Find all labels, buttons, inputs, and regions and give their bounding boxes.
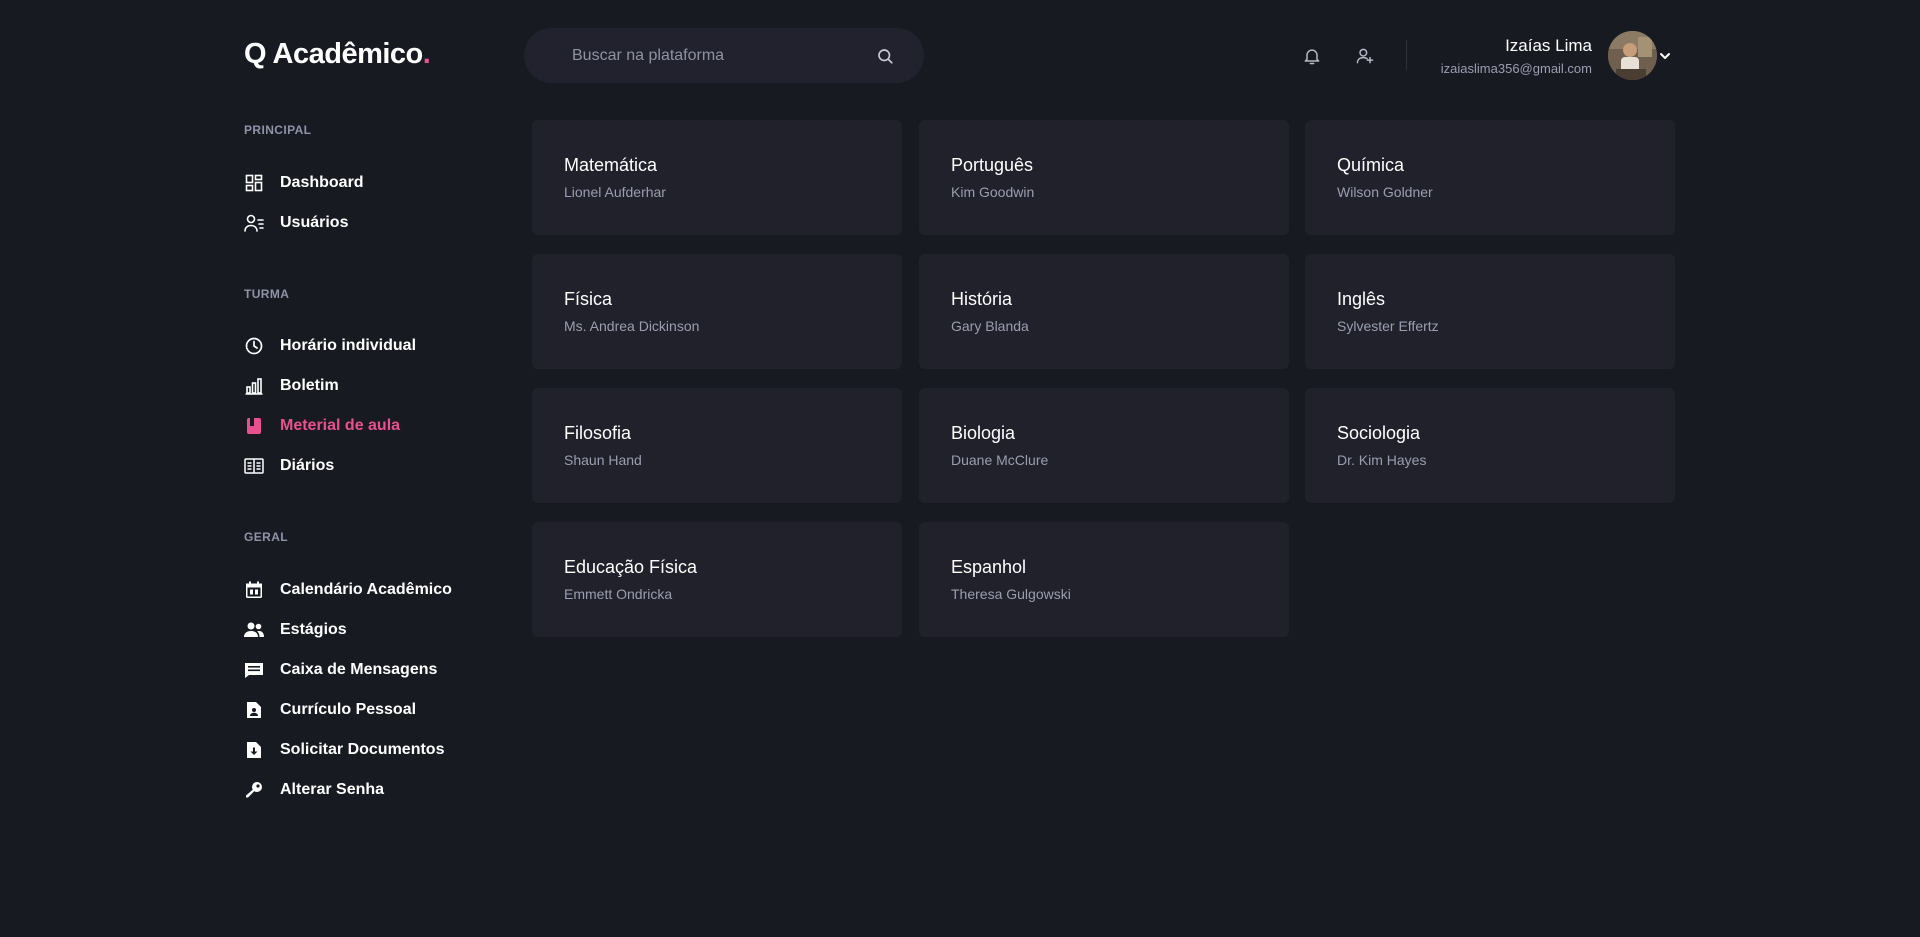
header-divider	[1406, 40, 1407, 70]
user-add-icon[interactable]	[1353, 44, 1377, 68]
sidebar-item-alterar-senha[interactable]: Alterar Senha	[244, 778, 384, 802]
message-box-icon	[244, 660, 264, 680]
subject-card-portugues[interactable]: Português Kim Goodwin	[919, 120, 1289, 235]
subject-card-sociologia[interactable]: Sociologia Dr. Kim Hayes	[1305, 388, 1675, 503]
teacher-name: Duane McClure	[951, 452, 1049, 468]
teacher-name: Shaun Hand	[564, 452, 642, 468]
sidebar-item-label: Boletim	[280, 377, 339, 394]
sidebar-item-label: Calendário Acadêmico	[280, 581, 452, 598]
sidebar-item-horario-individual[interactable]: Horário individual	[244, 334, 416, 358]
user-name: Izaías Lima	[1505, 36, 1592, 55]
brand-name: Q Acadêmico	[244, 38, 423, 70]
sidebar-item-label: Meterial de aula	[280, 417, 401, 434]
sidebar-item-label: Currículo Pessoal	[280, 701, 417, 718]
subject-name: Espanhol	[951, 557, 1027, 577]
section-title-geral: GERAL	[244, 530, 288, 544]
document-download-icon	[244, 740, 264, 760]
sidebar-item-solicitar-documentos[interactable]: Solicitar Documentos	[244, 738, 444, 762]
key-icon	[244, 780, 264, 800]
teacher-name: Emmett Ondricka	[564, 586, 673, 602]
app-root: Q Acadêmico. Izaías Lima izaiaslima356@g…	[0, 0, 1920, 937]
calendar-icon	[244, 580, 264, 600]
subject-name: Sociologia	[1337, 423, 1421, 443]
sidebar-item-dashboard[interactable]: Dashboard	[244, 171, 364, 195]
sidebar-item-meterial-de-aula[interactable]: Meterial de aula	[244, 414, 400, 438]
sidebar-item-estagios[interactable]: Estágios	[244, 618, 347, 642]
subject-name: Educação Física	[564, 557, 698, 577]
people-icon	[244, 620, 264, 640]
teacher-name: Wilson Goldner	[1337, 184, 1433, 200]
subject-card-filosofia[interactable]: Filosofia Shaun Hand	[532, 388, 902, 503]
search-input[interactable]	[572, 46, 874, 65]
teacher-name: Sylvester Effertz	[1337, 318, 1439, 334]
teacher-name: Ms. Andrea Dickinson	[564, 318, 700, 334]
sidebar-item-label: Diários	[280, 457, 335, 474]
subject-card-biologia[interactable]: Biologia Duane McClure	[919, 388, 1289, 503]
sidebar-item-diarios[interactable]: Diários	[244, 454, 334, 478]
sidebar-item-boletim[interactable]: Boletim	[244, 374, 339, 398]
subject-name: Química	[1337, 155, 1405, 175]
bar-chart-icon	[244, 376, 264, 396]
sidebar-item-label: Horário individual	[280, 337, 417, 354]
sidebar-item-calendario-academico[interactable]: Calendário Acadêmico	[244, 578, 452, 602]
clock-icon	[244, 336, 264, 356]
sidebar-item-label: Dashboard	[280, 174, 364, 191]
subject-name: Filosofia	[564, 423, 632, 443]
sidebar-item-label: Usuários	[280, 214, 349, 231]
search-bar	[524, 28, 924, 83]
users-list-icon	[244, 213, 264, 233]
sidebar-item-label: Caixa de Mensagens	[280, 661, 438, 678]
section-title-principal: PRINCIPAL	[244, 123, 312, 137]
subject-name: Biologia	[951, 423, 1016, 443]
sidebar-item-label: Alterar Senha	[280, 781, 385, 798]
subject-card-educacao-fisica[interactable]: Educação Física Emmett Ondricka	[532, 522, 902, 637]
subject-card-ingles[interactable]: Inglês Sylvester Effertz	[1305, 254, 1675, 369]
document-user-icon	[244, 700, 264, 720]
subject-name: Inglês	[1337, 289, 1386, 309]
brand-logo[interactable]: Q Acadêmico.	[244, 38, 431, 71]
sidebar-item-label: Estágios	[280, 621, 347, 638]
subject-card-historia[interactable]: História Gary Blanda	[919, 254, 1289, 369]
subject-card-espanhol[interactable]: Espanhol Theresa Gulgowski	[919, 522, 1289, 637]
subject-name: Português	[951, 155, 1034, 175]
subject-name: Matemática	[564, 155, 658, 175]
sidebar-item-caixa-de-mensagens[interactable]: Caixa de Mensagens	[244, 658, 437, 682]
subject-name: Física	[564, 289, 613, 309]
subject-name: História	[951, 289, 1013, 309]
bell-icon[interactable]	[1300, 44, 1324, 68]
book-icon	[244, 416, 264, 436]
brand-dot: .	[422, 38, 431, 70]
dashboard-icon	[244, 173, 264, 193]
journal-icon	[244, 456, 264, 476]
search-icon[interactable]	[874, 45, 896, 67]
user-info[interactable]: Izaías Lima izaiaslima356@gmail.com	[1441, 36, 1592, 76]
teacher-name: Lionel Aufderhar	[564, 184, 666, 200]
subject-card-fisica[interactable]: Física Ms. Andrea Dickinson	[532, 254, 902, 369]
chevron-down-icon[interactable]	[1658, 49, 1672, 63]
sidebar-item-label: Solicitar Documentos	[280, 741, 445, 758]
sidebar-item-usuarios[interactable]: Usuários	[244, 211, 348, 235]
avatar[interactable]	[1608, 31, 1657, 80]
teacher-name: Theresa Gulgowski	[951, 586, 1071, 602]
teacher-name: Gary Blanda	[951, 318, 1029, 334]
section-title-turma: TURMA	[244, 287, 290, 301]
user-email: izaiaslima356@gmail.com	[1440, 61, 1592, 76]
subject-card-quimica[interactable]: Química Wilson Goldner	[1305, 120, 1675, 235]
subject-card-matematica[interactable]: Matemática Lionel Aufderhar	[532, 120, 902, 235]
sidebar-item-curriculo-pessoal[interactable]: Currículo Pessoal	[244, 698, 416, 722]
teacher-name: Dr. Kim Hayes	[1337, 452, 1427, 468]
teacher-name: Kim Goodwin	[951, 184, 1035, 200]
